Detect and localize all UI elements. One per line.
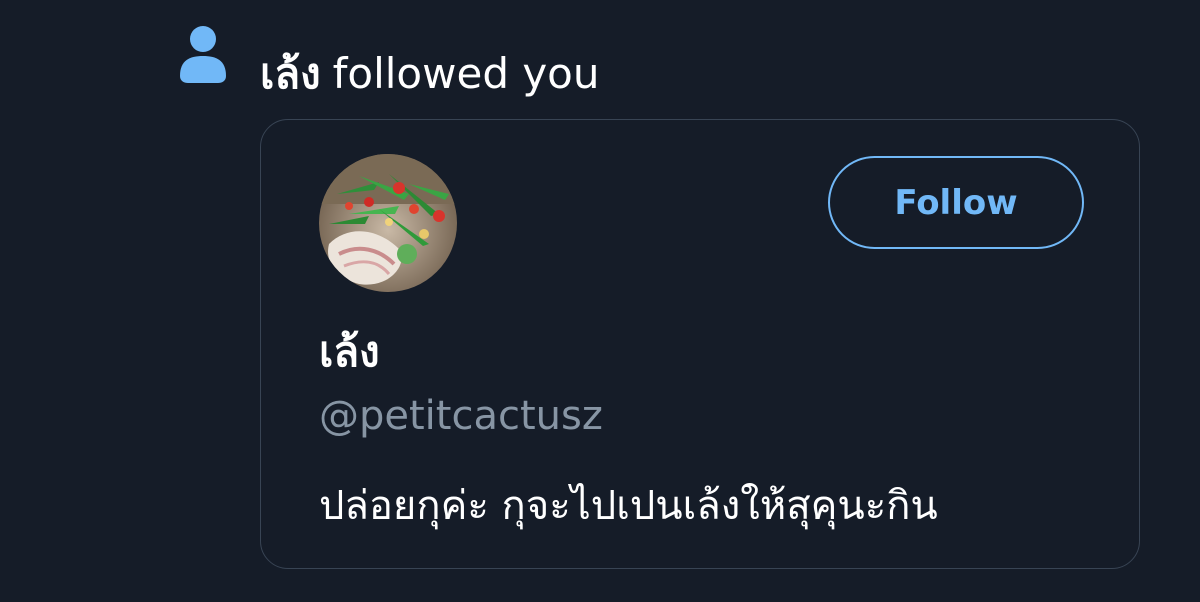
profile-bio: ปล่อยกุค่ะ กุจะไปเปนเล้งให้สุคุนะกิน (319, 483, 938, 529)
action-text: followed you (332, 49, 600, 98)
follow-button[interactable]: Follow (828, 156, 1084, 249)
notification-headline: เล้ง followed you (260, 44, 600, 104)
avatar[interactable] (319, 154, 457, 292)
display-name[interactable]: เล้ง (319, 324, 380, 380)
follow-notification[interactable]: เล้ง followed you Follow เล้ง @petitcact… (0, 0, 1200, 602)
person-icon (178, 24, 228, 84)
profile-card[interactable]: Follow เล้ง @petitcactusz ปล่อยกุค่ะ กุจ… (260, 119, 1140, 569)
actor-name[interactable]: เล้ง (260, 49, 321, 98)
user-handle[interactable]: @petitcactusz (319, 390, 603, 442)
